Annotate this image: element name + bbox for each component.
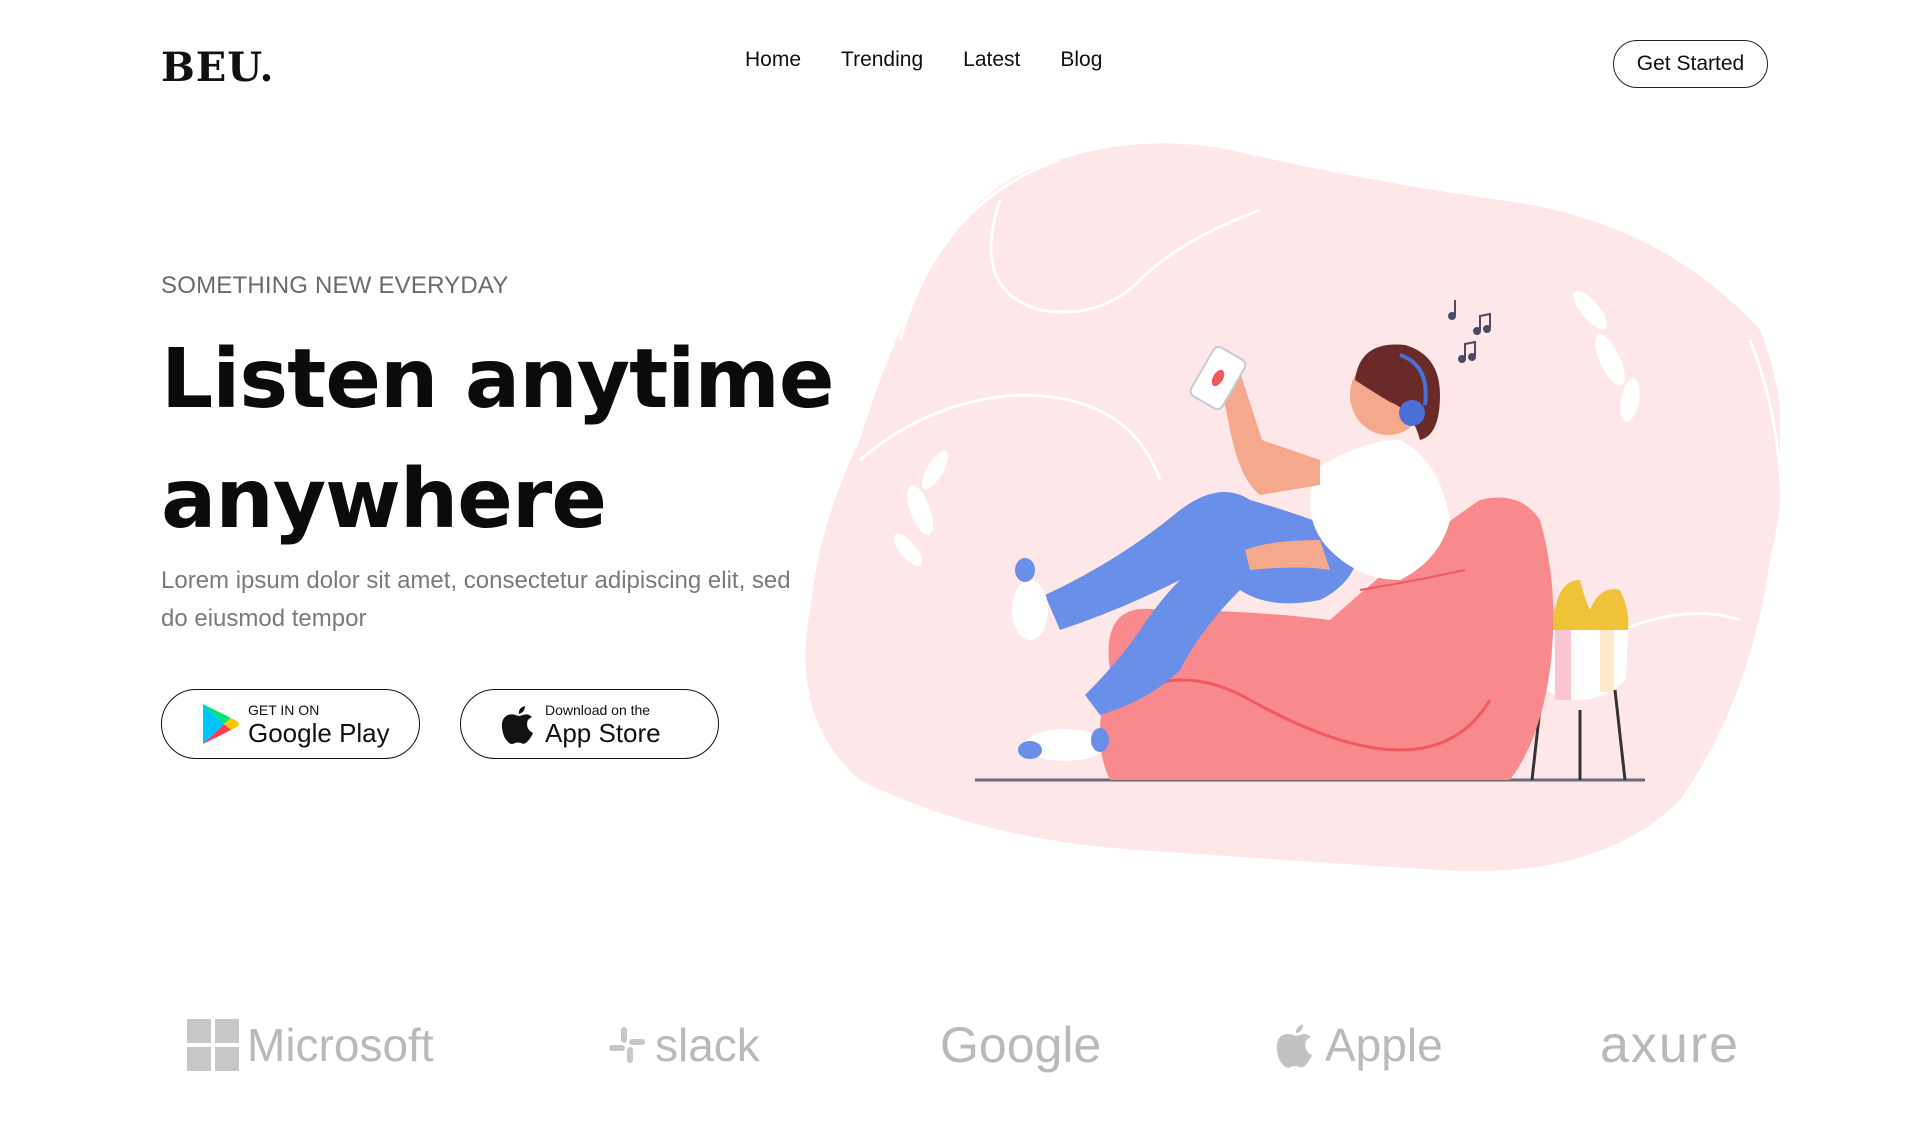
google-play-icon [203, 704, 239, 744]
hero-headline: Listen anytime anywhere [161, 320, 861, 560]
main-nav: Home Trending Latest Blog [745, 48, 1102, 72]
headline-line-1: Listen anytime [161, 332, 834, 427]
brand-slack: slack [607, 1010, 760, 1080]
nav-home[interactable]: Home [745, 48, 801, 72]
brand-slack-label: slack [655, 1019, 760, 1071]
hero-kicker: SOMETHING NEW EVERYDAY [161, 272, 509, 299]
apple-icon [501, 706, 533, 744]
brand-axure: axure [1600, 1010, 1740, 1080]
brand-google-label: Google [940, 1017, 1102, 1073]
nav-blog[interactable]: Blog [1060, 48, 1102, 72]
headline-line-2: anywhere [161, 452, 607, 547]
headphones [1399, 400, 1425, 426]
google-play-button[interactable]: GET IN ON Google Play [161, 689, 420, 759]
brand-axure-label: axure [1600, 1016, 1741, 1074]
nav-trending[interactable]: Trending [841, 48, 923, 72]
brand-microsoft-label: Microsoft [247, 1019, 434, 1071]
sock-top [1012, 580, 1048, 640]
google-play-small-text: GET IN ON [248, 701, 320, 718]
brand-google: Google [940, 1010, 1101, 1080]
nav-latest[interactable]: Latest [963, 48, 1020, 72]
microsoft-icon [187, 1019, 239, 1071]
app-store-big-text: App Store [545, 717, 661, 748]
slack-icon [609, 1027, 645, 1063]
site-logo[interactable]: BEU. [161, 44, 274, 91]
brand-logos: Microsoft slack Google Apple axure [160, 1010, 1760, 1090]
hero-description: Lorem ipsum dolor sit amet, consectetur … [161, 567, 791, 632]
app-store-small-text: Download on the [545, 701, 651, 718]
hero-illustration [805, 143, 1780, 872]
google-play-big-text: Google Play [248, 717, 390, 748]
brand-apple: Apple [1273, 1010, 1443, 1080]
apple-brand-icon [1276, 1024, 1313, 1068]
app-store-button[interactable]: Download on the App Store [460, 689, 719, 759]
brand-apple-label: Apple [1325, 1019, 1443, 1071]
brand-microsoft: Microsoft [187, 1010, 434, 1080]
get-started-button[interactable]: Get Started [1613, 40, 1768, 88]
